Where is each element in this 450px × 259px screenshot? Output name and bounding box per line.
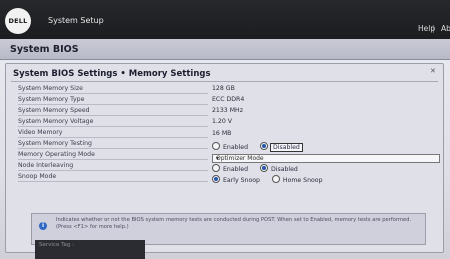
divider bbox=[18, 104, 208, 105]
divider bbox=[18, 148, 208, 149]
radio-selected-icon bbox=[212, 175, 220, 183]
node-interleaving-disabled-option[interactable]: Disabled bbox=[259, 164, 298, 173]
footer-line-1: Service Tag : bbox=[39, 242, 74, 248]
memory-testing-disabled-option[interactable]: Disabled bbox=[259, 142, 303, 152]
top-bar: DELL System Setup Help | Ab bbox=[0, 0, 450, 40]
memory-voltage-label: System Memory Voltage bbox=[18, 118, 94, 125]
snoop-mode-home-option[interactable]: Home Snoop bbox=[271, 175, 323, 184]
snoop-mode-radio-group: Early Snoop Home Snoop bbox=[212, 175, 333, 184]
node-interleaving-radio-group: Enabled Disabled bbox=[212, 164, 308, 173]
option-label: Disabled bbox=[269, 143, 303, 152]
memory-speed-value: 2133 MHz bbox=[212, 107, 243, 114]
snoop-mode-label: Snoop Mode bbox=[18, 173, 57, 180]
memory-type-label: System Memory Type bbox=[18, 96, 85, 103]
memory-size-value: 128 GB bbox=[212, 85, 235, 92]
radio-selected-icon bbox=[259, 164, 268, 172]
memory-voltage-value: 1.20 V bbox=[212, 118, 232, 125]
app-title: System Setup bbox=[48, 16, 104, 25]
memory-testing-label: System Memory Testing bbox=[18, 140, 92, 147]
divider bbox=[18, 93, 208, 94]
memory-speed-label: System Memory Speed bbox=[18, 107, 90, 114]
option-label: Enabled bbox=[223, 144, 249, 151]
memory-testing-enabled-option[interactable]: Enabled bbox=[212, 142, 249, 151]
radio-icon bbox=[271, 175, 280, 183]
operating-mode-label: Memory Operating Mode bbox=[18, 151, 95, 158]
radio-icon bbox=[212, 164, 220, 172]
panel-title: System BIOS Settings • Memory Settings bbox=[13, 69, 211, 79]
help-text: Indicates whether or not the BIOS system… bbox=[56, 217, 412, 230]
about-link[interactable]: Ab bbox=[441, 24, 450, 33]
memory-testing-radio-group: Enabled Disabled bbox=[212, 142, 312, 152]
option-label: Early Snoop bbox=[223, 177, 260, 184]
chevron-down-icon: ▾ bbox=[216, 155, 220, 162]
snoop-mode-early-option[interactable]: Early Snoop bbox=[212, 175, 260, 184]
option-label: Home Snoop bbox=[282, 177, 323, 184]
divider bbox=[18, 181, 208, 182]
option-label: Disabled bbox=[270, 166, 298, 173]
dell-logo-icon: DELL bbox=[5, 8, 31, 34]
divider bbox=[18, 126, 208, 127]
divider bbox=[11, 81, 438, 82]
service-tag-box: Service Tag : bbox=[35, 240, 145, 259]
option-label: Enabled bbox=[223, 166, 249, 173]
node-interleaving-enabled-option[interactable]: Enabled bbox=[212, 164, 249, 173]
radio-selected-icon bbox=[259, 142, 268, 150]
operating-mode-dropdown[interactable]: Optimizer Mode ▾ bbox=[212, 154, 440, 163]
radio-icon bbox=[212, 142, 220, 150]
node-interleaving-label: Node Interleaving bbox=[18, 162, 74, 169]
memory-type-value: ECC DDR4 bbox=[212, 96, 245, 103]
bios-header: System BIOS bbox=[0, 39, 450, 60]
close-icon[interactable]: ✕ bbox=[430, 67, 436, 75]
header-separator: | bbox=[432, 24, 435, 33]
divider bbox=[18, 159, 208, 160]
video-memory-value: 16 MB bbox=[212, 130, 232, 137]
memory-size-label: System Memory Size bbox=[18, 85, 83, 92]
page-title: System BIOS bbox=[10, 44, 79, 55]
video-memory-label: Video Memory bbox=[18, 129, 63, 136]
divider bbox=[18, 137, 208, 138]
info-icon: i bbox=[39, 222, 47, 230]
divider bbox=[18, 115, 208, 116]
divider bbox=[18, 170, 208, 171]
